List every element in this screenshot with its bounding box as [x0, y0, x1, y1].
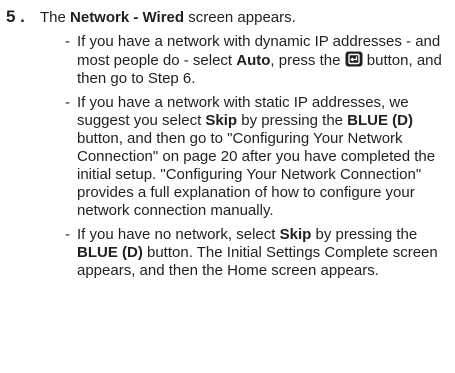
bullet-text: by pressing the — [311, 226, 418, 243]
list-item: - If you have no network, select Skip by… — [65, 226, 451, 280]
screen-name: Network - Wired — [70, 9, 185, 26]
step-number: 5 . — [6, 7, 25, 26]
list-item: - If you have a network with dynamic IP … — [65, 33, 451, 88]
list-item: - If you have a network with static IP a… — [65, 94, 451, 220]
bullet-dash: - — [65, 33, 70, 50]
bullet-bold-text: Auto — [236, 52, 271, 69]
step-heading: 5 . The Network - Wired screen appears. — [6, 7, 451, 27]
bullet-text: , press the — [270, 52, 345, 69]
bullet-text: button, and then go to "Configuring Your… — [77, 130, 436, 219]
bullet-bold-text: BLUE (D) — [347, 112, 413, 129]
bullet-dash: - — [65, 226, 70, 243]
bullet-text: by pressing the — [237, 112, 348, 129]
bullet-list: - If you have a network with dynamic IP … — [6, 33, 451, 280]
bullet-bold-text: Skip — [279, 226, 312, 243]
bullet-dash: - — [65, 94, 70, 111]
step-5: 5 . The Network - Wired screen appears. -… — [6, 7, 451, 286]
step-intro-text: The — [40, 9, 71, 26]
bullet-bold-text: BLUE (D) — [77, 244, 143, 261]
enter-button-icon — [345, 51, 363, 67]
bullet-text: If you have no network, select — [77, 226, 280, 243]
bullet-bold-text: Skip — [205, 112, 238, 129]
step-intro-text-end: screen appears. — [184, 9, 296, 26]
